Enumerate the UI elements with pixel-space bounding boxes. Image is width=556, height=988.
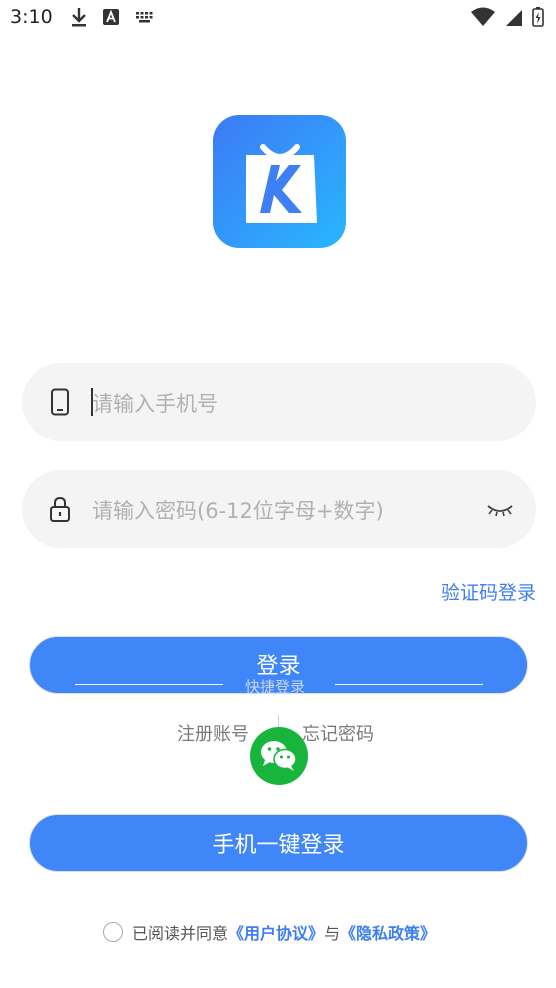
- status-time: 3:10: [10, 6, 53, 28]
- password-field[interactable]: 请输入密码(6-12位字母+数字): [22, 470, 536, 548]
- battery-icon: [532, 7, 544, 27]
- register-link[interactable]: 注册账号: [177, 720, 249, 746]
- password-input[interactable]: 请输入密码(6-12位字母+数字): [92, 495, 384, 525]
- phone-field[interactable]: 请输入手机号: [22, 363, 536, 441]
- eye-closed-icon[interactable]: [486, 500, 514, 518]
- quick-login-label: 快捷登录: [245, 678, 306, 696]
- phone-input[interactable]: 请输入手机号: [92, 388, 218, 418]
- download-icon: [72, 8, 86, 27]
- signal-icon: [506, 10, 522, 26]
- forgot-password-link[interactable]: 忘记密码: [302, 720, 374, 746]
- font-icon: [103, 9, 119, 25]
- privacy-policy-link[interactable]: 《隐私政策》: [340, 920, 436, 944]
- keyboard-icon: [136, 12, 153, 23]
- wechat-icon: [261, 741, 297, 771]
- quick-login-line-left: [75, 684, 223, 685]
- user-agreement-link[interactable]: 《用户协议》: [228, 920, 324, 944]
- wifi-icon: [471, 7, 495, 26]
- quick-login-line-right: [335, 684, 483, 685]
- wechat-login-button[interactable]: [250, 727, 308, 785]
- status-icons-left: [70, 6, 156, 28]
- agreement-prefix: 已阅读并同意: [132, 924, 229, 943]
- one-key-login-label: 手机一键登录: [212, 833, 345, 858]
- agree-radio[interactable]: [103, 922, 123, 942]
- agreement-and: 与: [324, 924, 341, 943]
- agreement-row: 已阅读并同意 《用户协议》 与 《隐私政策》: [103, 920, 436, 944]
- status-icons-right: [470, 6, 544, 28]
- code-login-link[interactable]: 验证码登录: [441, 578, 536, 605]
- one-key-login-button[interactable]: 手机一键登录: [29, 814, 528, 872]
- lock-icon: [50, 496, 70, 522]
- phone-icon: [51, 388, 69, 416]
- app-logo: K: [213, 115, 346, 248]
